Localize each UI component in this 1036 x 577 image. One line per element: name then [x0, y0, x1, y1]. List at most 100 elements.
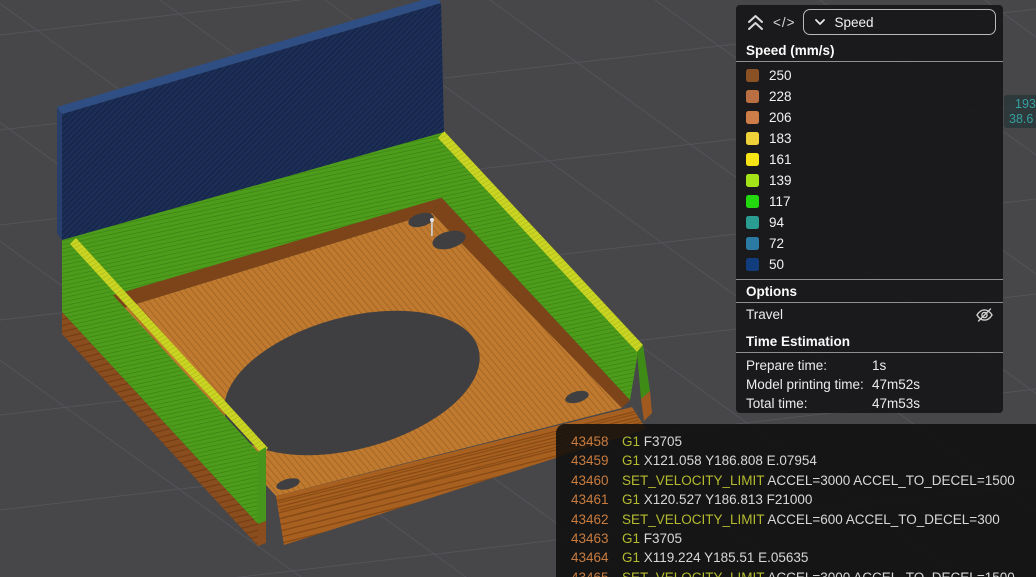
gcode-command: G1 — [622, 434, 641, 449]
view-mode-value: Speed — [834, 14, 874, 30]
time-row-label: Model printing time: — [746, 377, 864, 392]
gcode-line-body: G1 F3705 — [613, 529, 682, 548]
viewer-side-panel: </> Speed Speed (mm/s) 250 228 206 183 1… — [736, 5, 1003, 413]
legend-color-swatch — [746, 111, 759, 124]
time-row: Prepare time: 1s — [736, 356, 1003, 375]
legend-row: 72 — [736, 233, 1003, 254]
gcode-line[interactable]: 43459 G1 X121.058 Y186.808 E.07954 — [571, 451, 1036, 470]
legend-row: 206 — [736, 107, 1003, 128]
legend-row: 250 — [736, 65, 1003, 86]
legend-color-swatch — [746, 216, 759, 229]
gcode-line[interactable]: 43463 G1 F3705 — [571, 529, 1036, 548]
gcode-line-body: SET_VELOCITY_LIMIT ACCEL=600 ACCEL_TO_DE… — [613, 510, 1000, 529]
gcode-line-number: 43460 — [571, 472, 609, 488]
time-section-title: Time Estimation — [746, 334, 851, 349]
gcode-line[interactable]: 43460 SET_VELOCITY_LIMIT ACCEL=3000 ACCE… — [571, 471, 1036, 490]
legend-color-swatch — [746, 132, 759, 145]
hover-coordinate-tooltip: 193 38.6 — [1004, 95, 1036, 128]
legend-color-swatch — [746, 258, 759, 271]
legend-row: 183 — [736, 128, 1003, 149]
legend-value: 139 — [769, 173, 792, 188]
legend-color-swatch — [746, 195, 759, 208]
legend-row: 94 — [736, 212, 1003, 233]
gcode-line[interactable]: 43462 SET_VELOCITY_LIMIT ACCEL=600 ACCEL… — [571, 510, 1036, 529]
gcode-line[interactable]: 43458 G1 F3705 — [571, 432, 1036, 451]
speed-legend: 250 228 206 183 161 139 117 94 72 50 — [736, 62, 1003, 275]
legend-value: 228 — [769, 89, 792, 104]
gcode-args: ACCEL=600 ACCEL_TO_DECEL=300 — [767, 511, 1000, 527]
gcode-line-number: 43459 — [571, 453, 609, 469]
gcode-args: X119.224 Y185.51 E.05635 — [643, 550, 809, 566]
tooltip-value-1: 193 — [1015, 97, 1036, 111]
gcode-line-body: G1 X120.527 Y186.813 F21000 — [613, 490, 812, 509]
time-row: Total time: 47m53s — [736, 394, 1003, 413]
legend-value: 206 — [769, 110, 792, 125]
legend-color-swatch — [746, 153, 759, 166]
gcode-console[interactable]: 43458 G1 F3705 43459 G1 X121.058 Y186.80… — [556, 424, 1036, 577]
speed-section-title: Speed (mm/s) — [746, 43, 835, 58]
panel-header: </> Speed — [745, 9, 996, 35]
gcode-args: F3705 — [643, 531, 683, 547]
legend-value: 94 — [769, 215, 785, 230]
legend-value: 72 — [769, 236, 785, 251]
time-row-value: 47m53s — [872, 396, 921, 411]
gcode-command: G1 — [622, 492, 641, 508]
gcode-args: X121.058 Y186.808 E.07954 — [643, 453, 817, 469]
gcode-line-body: G1 X119.224 Y185.51 E.05635 — [613, 548, 808, 567]
gcode-viewer-app: 193 38.6 </> Speed Speed (mm/s) 250 228 — [0, 0, 1036, 577]
time-row-label: Total time: — [746, 396, 808, 411]
legend-row: 50 — [736, 254, 1003, 275]
time-row-label: Prepare time: — [746, 358, 828, 373]
gcode-args: ACCEL=3000 ACCEL_TO_DECEL=1500 — [767, 472, 1015, 488]
legend-value: 250 — [769, 68, 792, 83]
code-icon[interactable]: </> — [773, 15, 796, 30]
legend-color-swatch — [746, 174, 759, 187]
legend-value: 183 — [769, 131, 792, 146]
legend-value: 161 — [769, 152, 792, 167]
gcode-line-body: SET_VELOCITY_LIMIT ACCEL=3000 ACCEL_TO_D… — [613, 471, 1015, 490]
legend-value: 117 — [769, 194, 791, 209]
gcode-line-number: 43463 — [571, 531, 609, 547]
legend-color-swatch — [746, 237, 759, 250]
chevron-down-icon — [814, 19, 825, 25]
divider — [736, 352, 1003, 353]
gcode-line-number: 43462 — [571, 511, 609, 527]
legend-value: 50 — [769, 257, 785, 272]
legend-color-swatch — [746, 90, 759, 103]
gcode-line[interactable]: 43465 SET_VELOCITY_LIMIT ACCEL=3000 ACCE… — [571, 568, 1036, 577]
travel-label: Travel — [746, 307, 784, 322]
legend-row: 139 — [736, 170, 1003, 191]
view-mode-select[interactable]: Speed — [802, 9, 996, 35]
gcode-line[interactable]: 43461 G1 X120.527 Y186.813 F21000 — [571, 490, 1036, 509]
gcode-args: ACCEL=3000 ACCEL_TO_DECEL=1500 — [767, 570, 1014, 577]
gcode-line[interactable]: 43464 G1 X119.224 Y185.51 E.05635 — [571, 548, 1036, 567]
gcode-args: X120.527 Y186.813 F21000 — [643, 492, 813, 508]
gcode-command: SET_VELOCITY_LIMIT — [622, 511, 765, 527]
legend-row: 228 — [736, 86, 1003, 107]
collapse-panel-icon[interactable] — [745, 11, 766, 33]
time-row-value: 1s — [872, 358, 887, 373]
time-estimation-list: Prepare time: 1s Model printing time: 47… — [736, 356, 1003, 413]
gcode-line-number: 43464 — [571, 550, 609, 566]
legend-color-swatch — [746, 69, 759, 82]
time-row: Model printing time: 47m52s — [736, 375, 1003, 394]
options-section-title: Options — [746, 284, 797, 299]
legend-row: 117 — [736, 191, 1003, 212]
gcode-line-body: G1 X121.058 Y186.808 E.07954 — [613, 451, 817, 470]
gcode-line-number: 43465 — [571, 568, 613, 577]
gcode-line-number: 43461 — [571, 492, 609, 508]
gcode-line-body: G1 F3705 — [613, 432, 682, 451]
eye-off-icon[interactable] — [975, 307, 994, 323]
gcode-command: G1 — [622, 453, 641, 469]
gcode-line-body: SET_VELOCITY_LIMIT ACCEL=3000 ACCEL_TO_D… — [613, 568, 1015, 577]
gcode-command: G1 — [622, 531, 641, 547]
gcode-command: SET_VELOCITY_LIMIT — [622, 570, 764, 577]
gcode-command: SET_VELOCITY_LIMIT — [622, 472, 765, 488]
tooltip-value-2: 38.6 — [1009, 111, 1034, 126]
time-row-value: 47m52s — [872, 377, 921, 392]
travel-option-row[interactable]: Travel — [736, 303, 1003, 326]
gcode-command: G1 — [622, 550, 641, 566]
legend-row: 161 — [736, 149, 1003, 170]
gcode-line-number: 43458 — [571, 434, 609, 449]
gcode-args: F3705 — [643, 434, 683, 449]
